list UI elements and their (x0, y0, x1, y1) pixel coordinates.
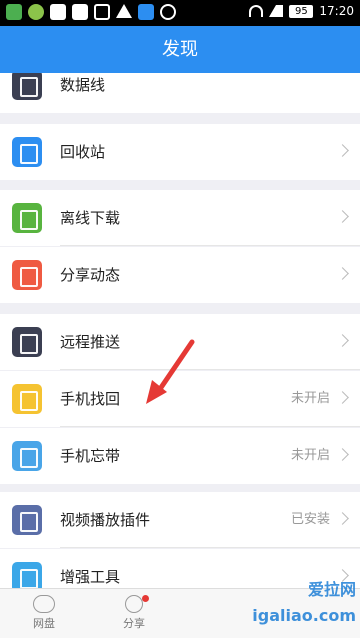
baidu-paw-icon (72, 4, 88, 20)
notification-app-icon (6, 4, 22, 20)
list-item-data-cable[interactable]: 数据线 (0, 73, 360, 113)
shield-icon (160, 4, 176, 20)
status-badge: 未开启 (290, 391, 330, 406)
share-feed-icon (12, 260, 42, 290)
chevron-right-icon (336, 267, 349, 280)
cloud-icon (33, 595, 55, 613)
tab-label: 分享 (123, 617, 145, 630)
list-item-label: 手机找回 (60, 390, 121, 408)
list-item-label: 分享动态 (60, 266, 121, 284)
status-bar: 95 17:20 (0, 0, 360, 26)
list-item-label: 远程推送 (60, 333, 121, 351)
toolbox-icon (12, 562, 42, 588)
battery-icon: 95 (289, 4, 314, 18)
list-item-label: 离线下载 (60, 209, 121, 227)
video-plugin-icon (12, 505, 42, 535)
list-item-video-plugin[interactable]: 视频播放插件 已安装 (0, 492, 360, 548)
tab-share[interactable]: 分享 (98, 589, 170, 638)
data-cable-icon (12, 73, 42, 100)
list-item-recycle-bin[interactable]: 回收站 (0, 124, 360, 180)
status-badge: 已安装 (290, 512, 330, 527)
list-item-label: 数据线 (60, 76, 106, 94)
baidu-paw-icon (50, 4, 66, 20)
discover-list: 数据线 回收站 离线下载 分享动态 远程推送 手机找回 未开启 手机忘带 未开启… (0, 73, 360, 588)
list-item-offline-download[interactable]: 离线下载 (0, 190, 360, 246)
page-title: 发现 (0, 26, 360, 73)
tab-cloud-drive[interactable]: 网盘 (8, 589, 80, 638)
list-item-label: 回收站 (60, 143, 106, 161)
list-item-remote-push[interactable]: 远程推送 (0, 314, 360, 370)
chevron-right-icon (336, 391, 349, 404)
message-icon (94, 4, 110, 20)
chevron-right-icon (336, 210, 349, 223)
find-phone-icon (12, 384, 42, 414)
status-badge: 未开启 (290, 448, 330, 463)
wifi-icon (249, 5, 264, 17)
list-item-share-feed[interactable]: 分享动态 (0, 247, 360, 303)
list-item-label: 增强工具 (60, 568, 121, 586)
offline-download-icon (12, 203, 42, 233)
list-item-label: 手机忘带 (60, 447, 121, 465)
notification-dot (142, 595, 149, 602)
chevron-right-icon (336, 512, 349, 525)
list-item-find-phone[interactable]: 手机找回 未开启 (0, 371, 360, 427)
chevron-right-icon (336, 448, 349, 461)
list-item-forgot-phone[interactable]: 手机忘带 未开启 (0, 428, 360, 484)
list-item-label: 视频播放插件 (60, 511, 151, 529)
recycle-bin-icon (12, 137, 42, 167)
chevron-right-icon (336, 334, 349, 347)
share-icon (125, 595, 143, 613)
tab-label: 网盘 (33, 617, 55, 630)
watermark: 爱拉网 igaliao.com (252, 580, 356, 625)
forgot-phone-icon (12, 441, 42, 471)
chevron-right-icon (336, 144, 349, 157)
signal-icon (269, 5, 284, 17)
remote-push-icon (12, 327, 42, 357)
notification-app-icon (28, 4, 44, 20)
bottom-tab-bar: 网盘 分享 爱拉网 igaliao.com (0, 580, 360, 638)
warning-icon (116, 4, 132, 18)
notification-icons (6, 4, 176, 20)
clock: 17:20 (319, 4, 354, 18)
notification-app-icon (138, 4, 154, 20)
